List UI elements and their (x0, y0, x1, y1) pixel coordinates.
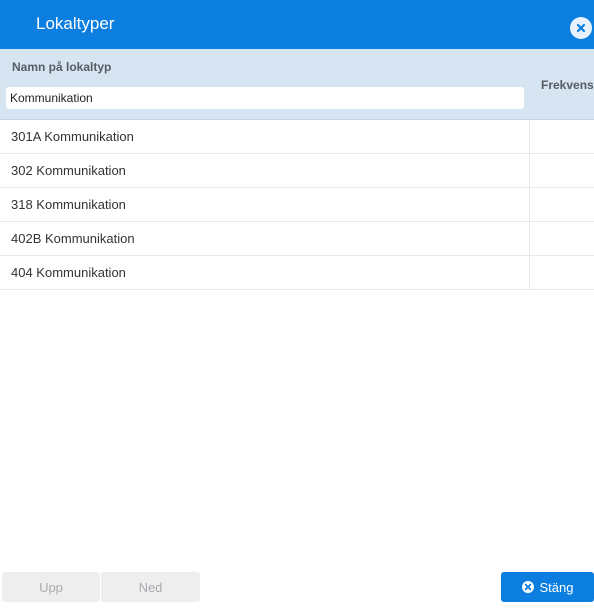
row-name-cell: 302 Kommunikation (11, 163, 126, 178)
table-row[interactable]: 404 Kommunikation (0, 256, 594, 290)
column-divider (529, 120, 530, 153)
column-header-name[interactable]: Namn på lokaltyp (12, 60, 111, 74)
move-down-button[interactable]: Ned (101, 572, 200, 602)
row-name-cell: 402B Kommunikation (11, 231, 135, 246)
dialog-title: Lokaltyper (36, 14, 115, 33)
column-header-frequency[interactable]: Frekvens (541, 78, 594, 92)
table-row[interactable]: 301A Kommunikation (0, 120, 594, 154)
close-circle-icon (521, 581, 534, 593)
row-name-cell: 318 Kommunikation (11, 197, 126, 212)
column-divider (529, 222, 530, 255)
move-up-button[interactable]: Upp (2, 572, 100, 602)
column-divider (529, 188, 530, 221)
close-circle-icon (576, 23, 586, 33)
close-button-label: Stäng (539, 579, 574, 595)
row-name-cell: 301A Kommunikation (11, 129, 134, 144)
table-row[interactable]: 318 Kommunikation (0, 188, 594, 222)
close-button[interactable]: Stäng (501, 572, 594, 602)
table-body: 301A Kommunikation 302 Kommunikation 318… (0, 120, 594, 290)
column-divider (529, 154, 530, 187)
name-filter-input[interactable] (5, 86, 525, 110)
dialog-titlebar: Lokaltyper (0, 0, 594, 49)
table-header: Namn på lokaltyp Frekvens (0, 49, 594, 120)
column-divider (529, 256, 530, 289)
table-row[interactable]: 402B Kommunikation (0, 222, 594, 256)
close-dialog-button[interactable] (570, 17, 592, 39)
table-row[interactable]: 302 Kommunikation (0, 154, 594, 188)
row-name-cell: 404 Kommunikation (11, 265, 126, 280)
lokaltyper-dialog: Lokaltyper Namn på lokaltyp Frekvens 301… (0, 0, 594, 608)
